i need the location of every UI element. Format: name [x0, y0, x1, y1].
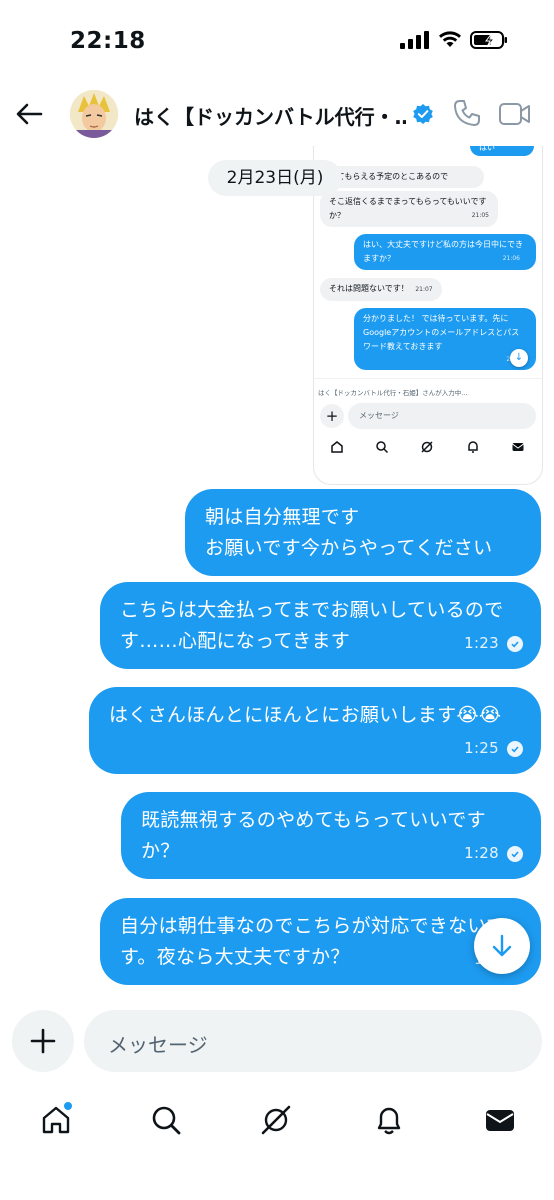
embed-message: してもらえる予定のとこあるので: [320, 166, 484, 188]
message-meta: 1:25: [464, 733, 523, 764]
plus-icon: [30, 1028, 56, 1054]
embed-message: そこ返信くるまでまってもらってもいいですか？ 21:05: [320, 191, 498, 227]
notifications-icon: [377, 1107, 401, 1135]
message-bubble[interactable]: こちらは大金払ってまでお願いしているのです……心配になってきます 1:23: [100, 582, 541, 669]
bottom-nav: [0, 1090, 554, 1150]
read-check-icon: [507, 740, 523, 757]
message-input[interactable]: メッセージ: [84, 1010, 542, 1072]
status-time: 22:18: [70, 28, 146, 54]
read-check-icon: [507, 845, 523, 862]
read-check-icon: [507, 635, 523, 652]
embed-messages-icon: [511, 440, 525, 456]
phone-icon[interactable]: [452, 98, 482, 128]
embed-message: はい、大丈夫ですけど私の方は今日中にできますか？ 21:06: [354, 234, 536, 270]
message-bubble[interactable]: 既読無視するのやめてもらっていいですか？ 1:28: [121, 792, 541, 879]
embed-message: 分かりました！ では待っています。先にGoogleアカウントのメールアドレスとパ…: [354, 308, 536, 370]
message-bubble[interactable]: 朝は自分無理です お願いです今からやってください: [185, 489, 541, 576]
back-button[interactable]: [12, 97, 46, 131]
messages-icon: [486, 1110, 514, 1131]
contact-name[interactable]: はく【ドッカンバトル代行・…: [134, 101, 406, 130]
embed-scroll-down-icon: ↓: [510, 349, 528, 367]
embed-message: それは問題ないです！ 21:07: [320, 278, 442, 301]
contact-avatar[interactable]: [70, 90, 118, 138]
nav-grok[interactable]: [256, 1100, 296, 1140]
arrow-down-icon: [492, 934, 512, 957]
nav-notifications[interactable]: [369, 1100, 409, 1140]
message-text: 自分は朝仕事なのでこちらが対応できないです。夜なら大丈夫ですか？: [120, 915, 506, 968]
verified-badge-icon: [413, 104, 433, 124]
embed-typing-indicator: はく【ドッカンバトル代行・石姫】さんが入力中...: [318, 389, 468, 397]
nav-messages[interactable]: [480, 1100, 520, 1140]
message-text: こちらは大金払ってまでお願いしているのです……心配になってきます: [120, 599, 504, 652]
video-call-icon[interactable]: [498, 100, 532, 128]
embed-add-button: +: [320, 404, 344, 428]
add-attachment-button[interactable]: [12, 1010, 74, 1072]
search-icon: [152, 1106, 181, 1135]
embed-divider: [314, 378, 542, 379]
message-text: 朝は自分無理です お願いです今からやってください: [205, 506, 493, 559]
home-notification-dot: [64, 1102, 72, 1110]
message-time: 1:23: [464, 634, 499, 652]
back-arrow-icon: [16, 103, 43, 125]
embed-bottom-nav: [314, 438, 542, 460]
embed-message-input: メッセージ: [348, 403, 536, 429]
embed-search-icon: [375, 440, 389, 456]
message-time: 1:25: [464, 739, 499, 757]
attached-screenshot-image[interactable]: はい 20:51 してもらえる予定のとこあるので そこ返信くるまでまってもらって…: [313, 140, 543, 485]
status-icons: [400, 30, 508, 50]
chat-header: はく【ドッカンバトル代行・…: [0, 84, 554, 146]
nav-search[interactable]: [146, 1100, 186, 1140]
message-bubble[interactable]: はくさんほんとにほんとにお願いします😭😭 1:25: [89, 687, 541, 774]
message-meta: 1:23: [464, 628, 523, 659]
nav-home[interactable]: [36, 1100, 76, 1140]
wifi-icon: [439, 31, 461, 47]
message-meta: 1:28: [464, 838, 523, 869]
grok-icon: [261, 1105, 291, 1135]
embed-grok-icon: [420, 440, 434, 456]
embed-notifications-icon: [466, 440, 480, 456]
status-bar: 22:18: [0, 0, 554, 80]
battery-icon: [470, 31, 507, 49]
date-separator: 2月23日(月): [208, 160, 342, 196]
message-text: はくさんほんとにほんとにお願いします😭😭: [109, 704, 502, 726]
scroll-to-bottom-button[interactable]: [474, 918, 530, 974]
signal-icon: [400, 31, 429, 49]
embed-home-icon: [330, 440, 344, 456]
message-time: 1:28: [464, 844, 499, 862]
